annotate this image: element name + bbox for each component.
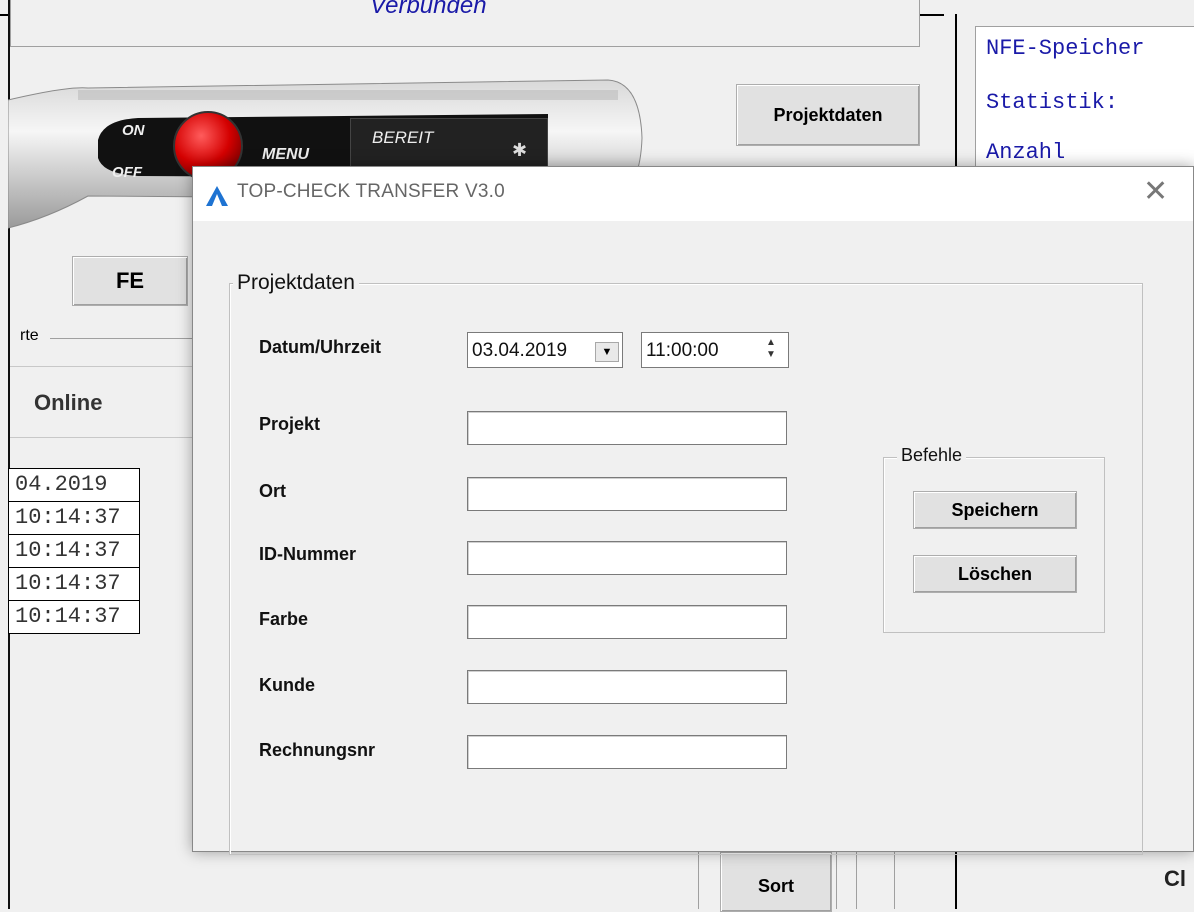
memory-label: NFE-Speicher (986, 36, 1145, 61)
customer-label: Kunde (259, 675, 315, 695)
project-data-button[interactable]: Projektdaten (736, 84, 920, 146)
commands-group-title: Befehle (897, 445, 967, 466)
measurement-group-border (50, 338, 192, 339)
fe-button[interactable]: FE (72, 256, 188, 306)
column-divider (698, 850, 699, 909)
customer-input[interactable] (467, 670, 787, 704)
count-label: Anzahl (986, 140, 1066, 165)
project-data-dialog: TOP-CHECK TRANSFER V3.0 ✕ Projektdaten D… (192, 166, 1194, 855)
online-tab[interactable]: Online (34, 390, 102, 416)
table-row[interactable]: 10:14:37 (9, 568, 139, 601)
color-label: Farbe (259, 609, 309, 629)
measurement-group-title: rte (20, 327, 39, 344)
invoice-number-input[interactable] (467, 735, 787, 769)
column-divider (836, 850, 837, 909)
delete-button[interactable]: Löschen (913, 555, 1077, 593)
location-input[interactable] (467, 477, 787, 511)
commands-group (883, 457, 1105, 633)
dialog-title: TOP-CHECK TRANSFER V3.0 (237, 181, 505, 202)
save-button[interactable]: Speichern (913, 491, 1077, 529)
color-input[interactable] (467, 605, 787, 639)
column-divider (894, 850, 895, 909)
statistics-label: Statistik: (986, 90, 1119, 115)
spinner-arrows-icon[interactable]: ▲ ▼ (759, 337, 783, 363)
project-input[interactable] (467, 411, 787, 445)
column-divider (856, 850, 857, 909)
device-off-label: OFF (112, 164, 142, 181)
device-menu-label: MENU (262, 146, 310, 163)
connection-status: Verbunden (370, 0, 487, 19)
device-on-label: ON (122, 122, 145, 139)
table-row[interactable]: 10:14:37 (9, 502, 139, 535)
id-number-input[interactable] (467, 541, 787, 575)
dropdown-arrow-icon[interactable]: ▼ (595, 342, 619, 362)
device-screen-text: BEREIT (372, 128, 434, 147)
project-data-group-title: Projektdaten (233, 271, 359, 295)
close-icon[interactable]: ✕ (1143, 177, 1168, 207)
time-value: 11:00:00 (646, 340, 719, 361)
table-row[interactable]: 10:14:37 (9, 601, 139, 633)
datetime-label: Datum/Uhrzeit (259, 337, 382, 357)
table-row[interactable]: 04.2019 (9, 469, 139, 502)
date-value: 03.04.2019 (472, 340, 568, 361)
table-row[interactable]: 10:14:37 (9, 535, 139, 568)
invoice-number-label: Rechnungsnr (259, 740, 376, 760)
sort-button[interactable]: Sort (720, 852, 832, 912)
app-logo-icon (206, 186, 228, 206)
location-label: Ort (259, 481, 286, 501)
id-number-label: ID-Nummer (259, 544, 357, 564)
bluetooth-icon: ✱ (512, 140, 528, 160)
project-label: Projekt (259, 414, 321, 434)
right-edge-fragment: Cl (1164, 866, 1186, 891)
readings-table: 04.2019 10:14:37 10:14:37 10:14:37 10:14… (8, 468, 140, 634)
